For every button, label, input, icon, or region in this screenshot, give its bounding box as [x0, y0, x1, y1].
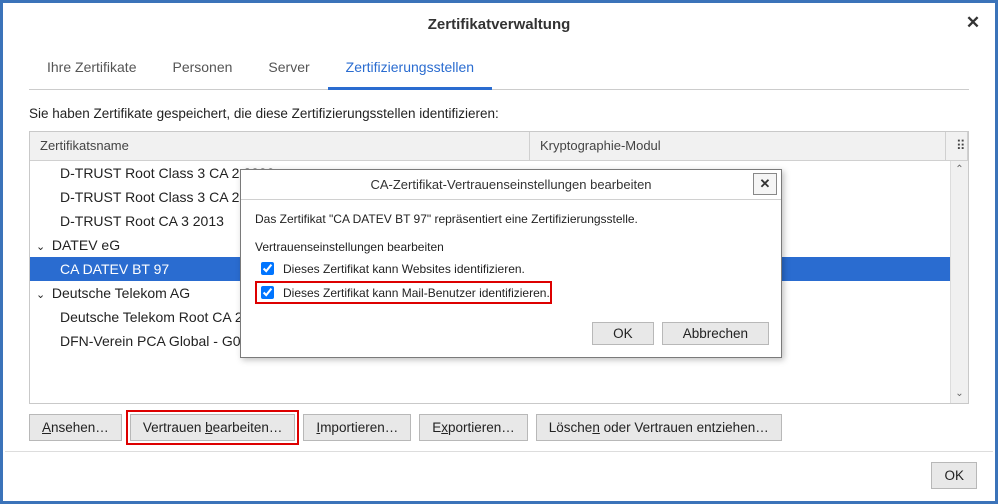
checkbox-label: Dieses Zertifikat kann Websites identifi… [283, 262, 525, 276]
group-label: Deutsche Telekom AG [52, 285, 190, 301]
dialog-close-icon[interactable]: ✕ [753, 173, 777, 195]
group-label: DATEV eG [52, 237, 120, 253]
export-button[interactable]: Exportieren… [419, 414, 528, 441]
dialog-title: CA-Zertifikat-Vertrauenseinstellungen be… [370, 177, 651, 192]
trust-settings-dialog: CA-Zertifikat-Vertrauenseinstellungen be… [240, 169, 782, 358]
checkbox-label: Dieses Zertifikat kann Mail-Benutzer ide… [283, 286, 550, 300]
window-close-icon[interactable]: ✕ [963, 13, 983, 33]
delete-button[interactable]: Löschen oder Vertrauen entziehen… [536, 414, 782, 441]
scroll-up-icon[interactable]: ⌃ [951, 161, 968, 179]
view-button[interactable]: Ansehen… [29, 414, 122, 441]
hint-text: Sie haben Zertifikate gespeichert, die d… [29, 106, 969, 121]
dialog-ok-button[interactable]: OK [592, 322, 654, 345]
col-menu-icon[interactable]: ⠿ [946, 132, 968, 160]
scroll-down-icon[interactable]: ⌄ [951, 385, 968, 403]
checkbox-input[interactable] [261, 262, 274, 275]
ok-button[interactable]: OK [931, 462, 977, 489]
scrollbar[interactable]: ⌃ ⌄ [950, 161, 968, 403]
tab-servers[interactable]: Server [250, 49, 327, 90]
dialog-intro: Das Zertifikat "CA DATEV BT 97" repräsen… [255, 212, 767, 226]
import-button[interactable]: Importieren… [303, 414, 411, 441]
checkbox-input[interactable] [261, 286, 274, 299]
col-module[interactable]: Kryptographie-Modul [530, 132, 946, 160]
window-titlebar: Zertifikatverwaltung ✕ [5, 5, 993, 43]
chevron-down-icon: ⌄ [36, 288, 46, 301]
window-title: Zertifikatverwaltung [428, 16, 571, 33]
tab-authorities[interactable]: Zertifizierungsstellen [328, 49, 492, 90]
dialog-cancel-button[interactable]: Abbrechen [662, 322, 769, 345]
edit-trust-button[interactable]: Vertrauen bearbeiten… [130, 414, 296, 441]
checkbox-identify-websites[interactable]: Dieses Zertifikat kann Websites identifi… [255, 258, 767, 279]
checkbox-identify-mail-users[interactable]: Dieses Zertifikat kann Mail-Benutzer ide… [255, 281, 552, 304]
dialog-section-label: Vertrauenseinstellungen bearbeiten [255, 240, 767, 254]
tab-people[interactable]: Personen [154, 49, 250, 90]
col-name[interactable]: Zertifikatsname [30, 132, 530, 160]
tab-your-certs[interactable]: Ihre Zertifikate [29, 49, 154, 90]
tabs: Ihre Zertifikate Personen Server Zertifi… [29, 49, 969, 90]
chevron-down-icon: ⌄ [36, 240, 46, 253]
